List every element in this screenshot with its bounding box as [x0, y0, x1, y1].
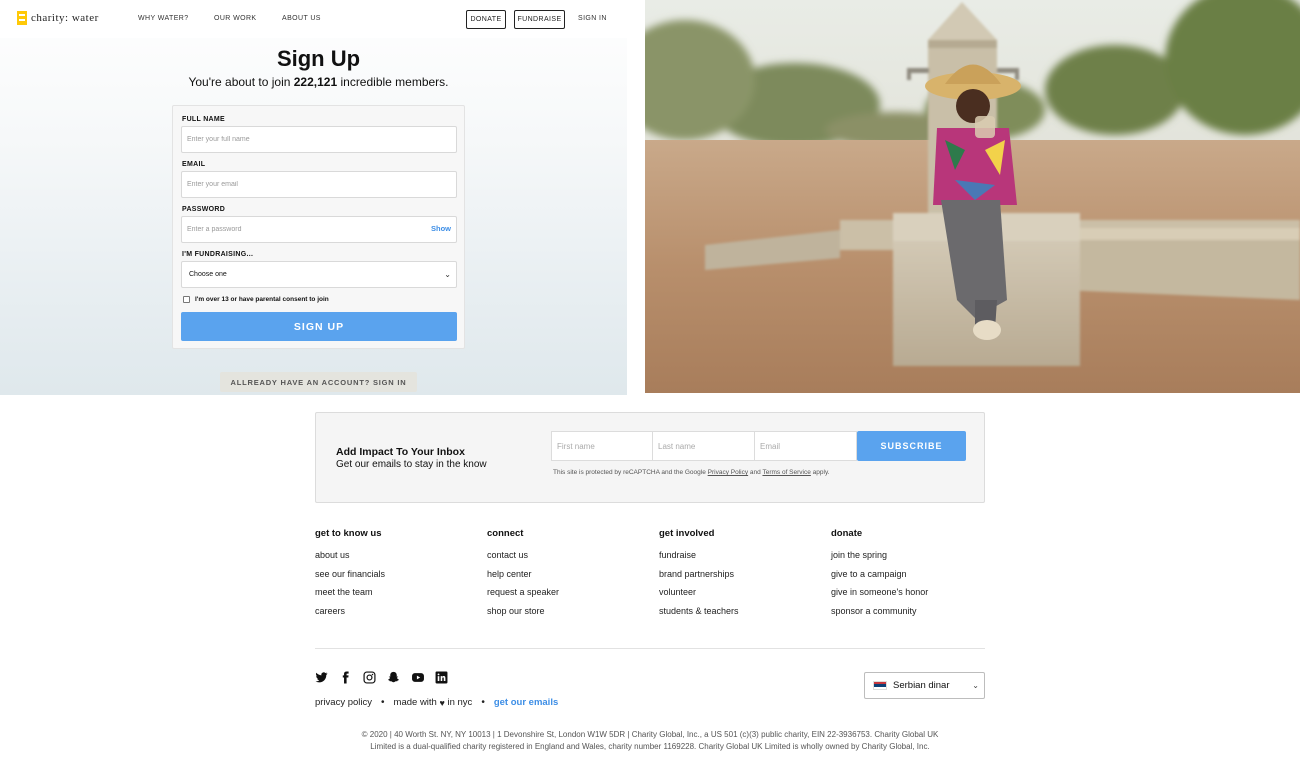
facebook-icon[interactable]	[339, 671, 352, 684]
separator-dot: •	[381, 697, 385, 708]
password-label: PASSWORD	[182, 206, 226, 213]
consent-checkbox[interactable]	[183, 296, 190, 303]
made-with-suffix: in nyc	[447, 697, 473, 708]
footer-link-give-honor[interactable]: give in someone's honor	[831, 583, 1001, 602]
member-count: 222,121	[293, 75, 338, 89]
page-title: Sign Up	[276, 46, 361, 71]
signup-form: FULL NAME EMAIL PASSWORD Show I'M FUNDRA…	[172, 105, 465, 349]
snapchat-icon[interactable]	[387, 671, 400, 684]
nav-about-us[interactable]: ABOUT US	[282, 15, 321, 22]
footer-link-volunteer[interactable]: volunteer	[659, 583, 829, 602]
footer-link-brand-partnerships[interactable]: brand partnerships	[659, 565, 829, 584]
footer-link-join-spring[interactable]: join the spring	[831, 546, 1001, 565]
show-password-toggle[interactable]: Show	[431, 224, 451, 233]
donate-button[interactable]: DONATE	[466, 10, 506, 29]
signup-subtitle: You're about to join 222,121 incredible …	[0, 75, 627, 89]
youtube-icon[interactable]	[411, 671, 424, 684]
copyright-notice: © 2020 | 40 Worth St. NY, NY 10013 | 1 D…	[300, 729, 1000, 753]
legal-prefix: This site is protected by reCAPTCHA and …	[553, 469, 708, 476]
footer-link-team[interactable]: meet the team	[315, 583, 485, 602]
recaptcha-notice: This site is protected by reCAPTCHA and …	[553, 469, 830, 476]
consent-label: I'm over 13 or have parental consent to …	[195, 296, 329, 303]
footer-column-title: get to know us	[315, 528, 382, 539]
footer-column-connect: connect contact us help center request a…	[487, 528, 657, 620]
chevron-down-icon: ⌄	[972, 681, 979, 690]
copyright-line-1: © 2020 | 40 Worth St. NY, NY 10013 | 1 D…	[361, 730, 939, 739]
separator-dot: •	[481, 697, 485, 708]
legal-and: and	[748, 469, 763, 476]
full-name-label: FULL NAME	[182, 116, 226, 123]
heart-icon: ♥	[439, 697, 445, 708]
footer-bottom-links: privacy policy • made with ♥ in nyc • ge…	[315, 697, 558, 708]
linkedin-icon[interactable]	[435, 671, 448, 684]
serbia-flag-icon	[873, 681, 887, 690]
footer-link-help-center[interactable]: help center	[487, 565, 657, 584]
footer-column-title: donate	[831, 528, 863, 539]
footer-divider	[315, 648, 985, 649]
footer-link-about-us[interactable]: about us	[315, 546, 485, 565]
instagram-icon[interactable]	[363, 671, 376, 684]
footer-link-students-teachers[interactable]: students & teachers	[659, 602, 829, 621]
newsletter-title: Add Impact To Your Inbox	[336, 446, 465, 458]
footer-link-fundraise[interactable]: fundraise	[659, 546, 829, 565]
privacy-policy-footer-link[interactable]: privacy policy	[315, 697, 372, 708]
newsletter-email-field[interactable]	[754, 431, 857, 461]
footer-column-get-involved: get involved fundraise brand partnership…	[659, 528, 829, 620]
nav-our-work[interactable]: OUR WORK	[214, 15, 256, 22]
email-label: EMAIL	[182, 161, 206, 168]
copyright-line-2: Limited is a dual-qualified charity regi…	[370, 742, 930, 751]
consent-row: I'm over 13 or have parental consent to …	[183, 296, 329, 303]
sign-up-button[interactable]: SIGN UP	[181, 312, 457, 341]
footer-column-get-to-know-us: get to know us about us see our financia…	[315, 528, 485, 620]
currency-selector[interactable]: Serbian dinar ⌄	[864, 672, 985, 699]
footer-link-sponsor-community[interactable]: sponsor a community	[831, 602, 1001, 621]
chevron-down-icon: ⌄	[444, 270, 451, 279]
get-our-emails-link[interactable]: get our emails	[494, 697, 558, 708]
footer-link-careers[interactable]: careers	[315, 602, 485, 621]
currency-selected-value: Serbian dinar	[893, 680, 950, 691]
made-with-prefix: made with	[393, 697, 437, 708]
email-field[interactable]	[181, 171, 457, 198]
hero-illustration	[645, 0, 1300, 393]
nav-why-water[interactable]: WHY WATER?	[138, 15, 189, 22]
social-links	[315, 671, 448, 684]
subtitle-prefix: You're about to join	[188, 75, 294, 89]
terms-of-service-link[interactable]: Terms of Service	[762, 469, 810, 476]
jerrycan-logo-icon	[17, 11, 27, 25]
subtitle-suffix: incredible members.	[337, 75, 449, 89]
already-have-account-button[interactable]: ALLREADY HAVE AN ACCOUNT? SIGN IN	[220, 372, 417, 392]
newsletter-subtitle: Get our emails to stay in the know	[336, 459, 487, 470]
footer-link-contact-us[interactable]: contact us	[487, 546, 657, 565]
fundraising-label: I'M FUNDRAISING...	[182, 251, 254, 258]
newsletter-first-name-field[interactable]	[551, 431, 653, 461]
newsletter-last-name-field[interactable]	[652, 431, 755, 461]
logo-text: charity: water	[31, 12, 99, 24]
hero-photo-child-at-water-point	[645, 0, 1300, 393]
legal-suffix: apply.	[810, 469, 830, 476]
password-field[interactable]	[181, 216, 457, 243]
fundraising-selected-value: Choose one	[189, 271, 227, 278]
fundraising-select[interactable]: Choose one ⌄	[181, 261, 457, 288]
logo[interactable]: charity: water	[17, 11, 99, 25]
privacy-policy-link[interactable]: Privacy Policy	[708, 469, 748, 476]
subscribe-button[interactable]: SUBSCRIBE	[857, 431, 966, 461]
footer-link-give-campaign[interactable]: give to a campaign	[831, 565, 1001, 584]
signup-panel: charity: water WHY WATER? OUR WORK ABOUT…	[0, 0, 627, 395]
newsletter-signup: Add Impact To Your Inbox Get our emails …	[315, 412, 985, 503]
footer-link-financials[interactable]: see our financials	[315, 565, 485, 584]
footer-link-request-speaker[interactable]: request a speaker	[487, 583, 657, 602]
top-navigation: charity: water WHY WATER? OUR WORK ABOUT…	[0, 0, 627, 38]
twitter-icon[interactable]	[315, 671, 328, 684]
footer-column-donate: donate join the spring give to a campaig…	[831, 528, 1001, 620]
footer-column-title: connect	[487, 528, 524, 539]
footer-column-title: get involved	[659, 528, 715, 539]
full-name-field[interactable]	[181, 126, 457, 153]
nav-sign-in[interactable]: SIGN IN	[578, 15, 607, 22]
fundraise-button[interactable]: FUNDRAISE	[514, 10, 565, 29]
footer-link-store[interactable]: shop our store	[487, 602, 657, 621]
